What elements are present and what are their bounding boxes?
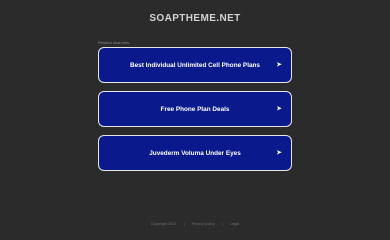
footer-separator: | xyxy=(183,222,185,226)
arrow-right-icon: ➤ xyxy=(276,60,282,69)
related-links-list: Best Individual Unlimited Cell Phone Pla… xyxy=(98,47,292,179)
related-searches-label: Related searches xyxy=(98,41,130,45)
related-link-1[interactable]: Best Individual Unlimited Cell Phone Pla… xyxy=(98,47,292,83)
footer-copyright: Copyright 2024 xyxy=(150,222,177,226)
footer-privacy-link[interactable]: Privacy policy xyxy=(192,222,215,226)
related-link-label: Juvederm Voluma Under Eyes xyxy=(149,149,241,157)
arrow-right-icon: ➤ xyxy=(276,104,282,113)
related-link-label: Best Individual Unlimited Cell Phone Pla… xyxy=(130,61,260,69)
related-link-2[interactable]: Free Phone Plan Deals ➤ xyxy=(98,91,292,127)
arrow-right-icon: ➤ xyxy=(276,148,282,157)
site-title: SOAPTHEME.NET xyxy=(149,13,241,24)
footer-legal-link[interactable]: Legal xyxy=(230,222,239,226)
related-link-3[interactable]: Juvederm Voluma Under Eyes ➤ xyxy=(98,135,292,171)
related-link-label: Free Phone Plan Deals xyxy=(160,105,230,113)
footer-separator: | xyxy=(221,222,223,226)
footer: Copyright 2024 | Privacy policy | Legal xyxy=(0,222,390,226)
